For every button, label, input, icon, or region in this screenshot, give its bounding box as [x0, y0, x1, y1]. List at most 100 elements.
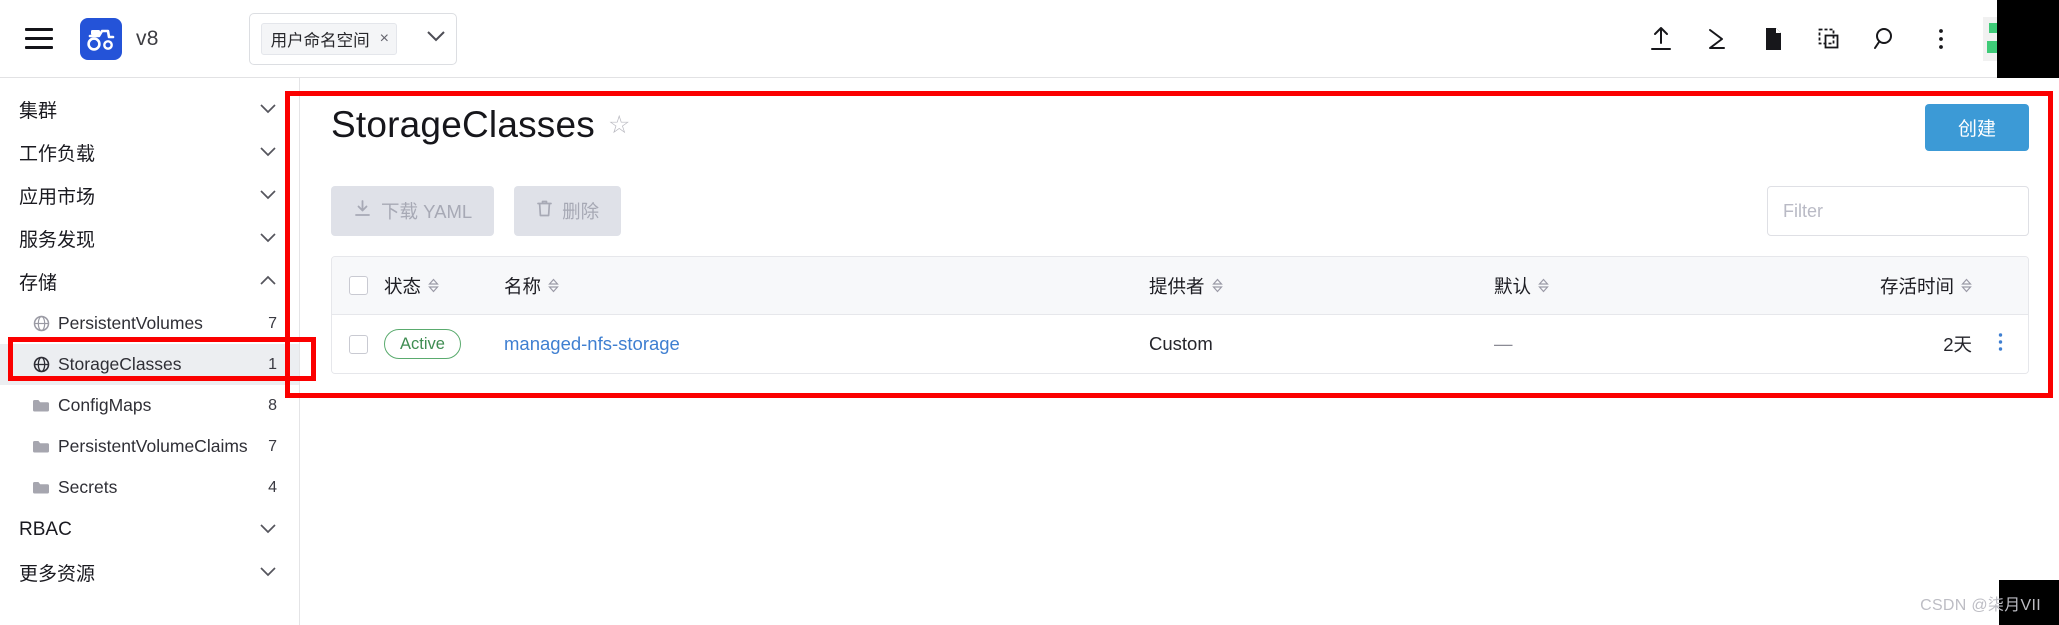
sidebar-item-label: PersistentVolumeClaims [58, 436, 248, 456]
column-label-name: 名称 [504, 275, 542, 297]
sidebar-item-count: 7 [268, 437, 277, 455]
kebab-menu-icon[interactable] [1913, 11, 1969, 67]
hamburger-bar [25, 37, 53, 40]
row-checkbox[interactable] [348, 334, 368, 354]
table-header-row: 状态 名称 提供者 默认 存活时间 [332, 257, 2028, 315]
trash-icon [536, 199, 553, 223]
sort-icon[interactable] [428, 278, 439, 293]
sidebar-group-label: 集群 [19, 101, 58, 122]
chevron-down-icon[interactable] [259, 230, 277, 247]
column-label-age: 存活时间 [1879, 275, 1954, 297]
chevron-up-icon[interactable] [259, 273, 277, 290]
column-label-status: 状态 [384, 275, 422, 297]
download-yaml-button[interactable]: 下载 YAML [331, 186, 495, 236]
column-header-provisioner[interactable]: 提供者 [1149, 273, 1494, 299]
sidebar-item-count: 1 [268, 355, 277, 373]
delete-button[interactable]: 删除 [514, 186, 622, 236]
favorite-star-icon[interactable]: ☆ [608, 110, 630, 140]
sidebar-item-persistentvolumes[interactable]: PersistentVolumes 7 [0, 303, 299, 344]
row-kebab-menu-icon[interactable] [1997, 331, 2004, 357]
upload-icon[interactable] [1633, 11, 1689, 67]
cell-name: managed-nfs-storage [504, 333, 1149, 355]
page-header: StorageClasses ☆ 创建 [331, 104, 2029, 166]
sidebar-item-label: ConfigMaps [58, 395, 152, 415]
sidebar-item-secrets[interactable]: Secrets 4 [0, 467, 299, 508]
sidebar-group-label: RBAC [19, 518, 72, 540]
hamburger-menu-icon[interactable] [22, 22, 56, 56]
brand-version-label: v8 [136, 26, 159, 50]
sidebar-item-count: 8 [268, 396, 277, 414]
sidebar-group-service-discovery[interactable]: 服务发现 [0, 217, 299, 260]
sidebar-group-label: 存储 [19, 273, 58, 294]
delete-label: 删除 [562, 201, 600, 222]
top-right-black-area [1997, 0, 2059, 78]
chevron-down-icon[interactable] [259, 187, 277, 204]
sort-icon[interactable] [1211, 278, 1223, 293]
globe-icon [30, 356, 52, 373]
download-yaml-label: 下载 YAML [381, 201, 473, 222]
column-header-default[interactable]: 默认 [1494, 273, 1822, 299]
namespace-chip-label: 用户命名空间 [270, 31, 370, 50]
shell-icon[interactable] [1689, 11, 1745, 67]
select-all-cell [332, 276, 384, 295]
document-icon[interactable] [1745, 11, 1801, 67]
storageclasses-table: 状态 名称 提供者 默认 存活时间 Active managed-nfs-sto… [331, 256, 2029, 374]
chevron-down-icon[interactable] [426, 30, 446, 47]
chevron-down-icon[interactable] [259, 144, 277, 161]
main-content: StorageClasses ☆ 创建 下载 YAML 删除 Filter 状态… [301, 78, 2059, 625]
sidebar-item-persistentvolumeclaims[interactable]: PersistentVolumeClaims 7 [0, 426, 299, 467]
sidebar-group-label: 应用市场 [19, 187, 96, 208]
sort-icon[interactable] [1538, 278, 1549, 293]
namespace-selector[interactable]: 用户命名空间 × [248, 12, 457, 65]
sidebar-group-workloads[interactable]: 工作负载 [0, 131, 299, 174]
sidebar-group-storage[interactable]: 存储 [0, 260, 299, 303]
chevron-down-icon[interactable] [259, 101, 277, 118]
search-icon[interactable] [1857, 11, 1913, 67]
folder-icon [30, 398, 52, 413]
top-bar-icon-group [1633, 11, 2059, 67]
cell-age: 2天 [1943, 334, 1972, 355]
namespace-chip-remove-icon[interactable]: × [380, 30, 389, 47]
cell-provisioner: Custom [1149, 333, 1213, 354]
sidebar-group-app-market[interactable]: 应用市场 [0, 174, 299, 217]
hamburger-bar [25, 46, 53, 49]
sidebar-item-count: 7 [268, 314, 277, 332]
chevron-down-icon[interactable] [259, 521, 277, 538]
brand-logo-icon[interactable] [80, 17, 122, 60]
row-select-cell [332, 334, 384, 354]
sidebar-item-storageclasses[interactable]: StorageClasses 1 [0, 344, 299, 385]
sidebar-item-count: 4 [268, 478, 277, 496]
cell-actions [1972, 331, 2028, 357]
hamburger-bar [25, 28, 53, 31]
folder-icon [30, 439, 52, 454]
sort-icon[interactable] [1961, 278, 1972, 293]
sidebar-group-more-resources[interactable]: 更多资源 [0, 551, 299, 594]
namespace-chip[interactable]: 用户命名空间 × [260, 22, 397, 55]
page-title: StorageClasses [331, 104, 595, 145]
globe-icon [30, 315, 52, 332]
clone-icon[interactable] [1801, 11, 1857, 67]
select-all-checkbox[interactable] [348, 276, 368, 295]
create-button[interactable]: 创建 [1925, 104, 2029, 151]
column-header-status[interactable]: 状态 [384, 273, 504, 299]
table-row[interactable]: Active managed-nfs-storage Custom — 2天 [332, 315, 2028, 373]
sidebar-item-configmaps[interactable]: ConfigMaps 8 [0, 385, 299, 426]
sidebar-group-cluster[interactable]: 集群 [0, 88, 299, 131]
sidebar-group-label: 工作负载 [19, 144, 96, 165]
sidebar-group-label: 更多资源 [19, 564, 96, 585]
storageclass-link[interactable]: managed-nfs-storage [504, 333, 680, 354]
column-label-default: 默认 [1494, 275, 1532, 297]
column-header-name[interactable]: 名称 [504, 273, 1149, 299]
sidebar-group-label: 服务发现 [19, 230, 96, 251]
app-root: v8 用户命名空间 × 集群 工作负载 应用市场 服务发现 存储 Persist… [0, 0, 2059, 625]
column-header-age[interactable]: 存活时间 [1822, 273, 1972, 299]
column-label-provisioner: 提供者 [1149, 275, 1205, 297]
filter-container [1767, 186, 2029, 236]
filter-input[interactable] [1767, 186, 2029, 236]
cell-default: — [1494, 333, 1513, 354]
sidebar-item-label: Secrets [58, 477, 118, 497]
sidebar-item-label: PersistentVolumes [58, 313, 203, 333]
sidebar-group-rbac[interactable]: RBAC [0, 508, 299, 551]
sort-icon[interactable] [548, 278, 559, 293]
chevron-down-icon[interactable] [259, 564, 277, 581]
